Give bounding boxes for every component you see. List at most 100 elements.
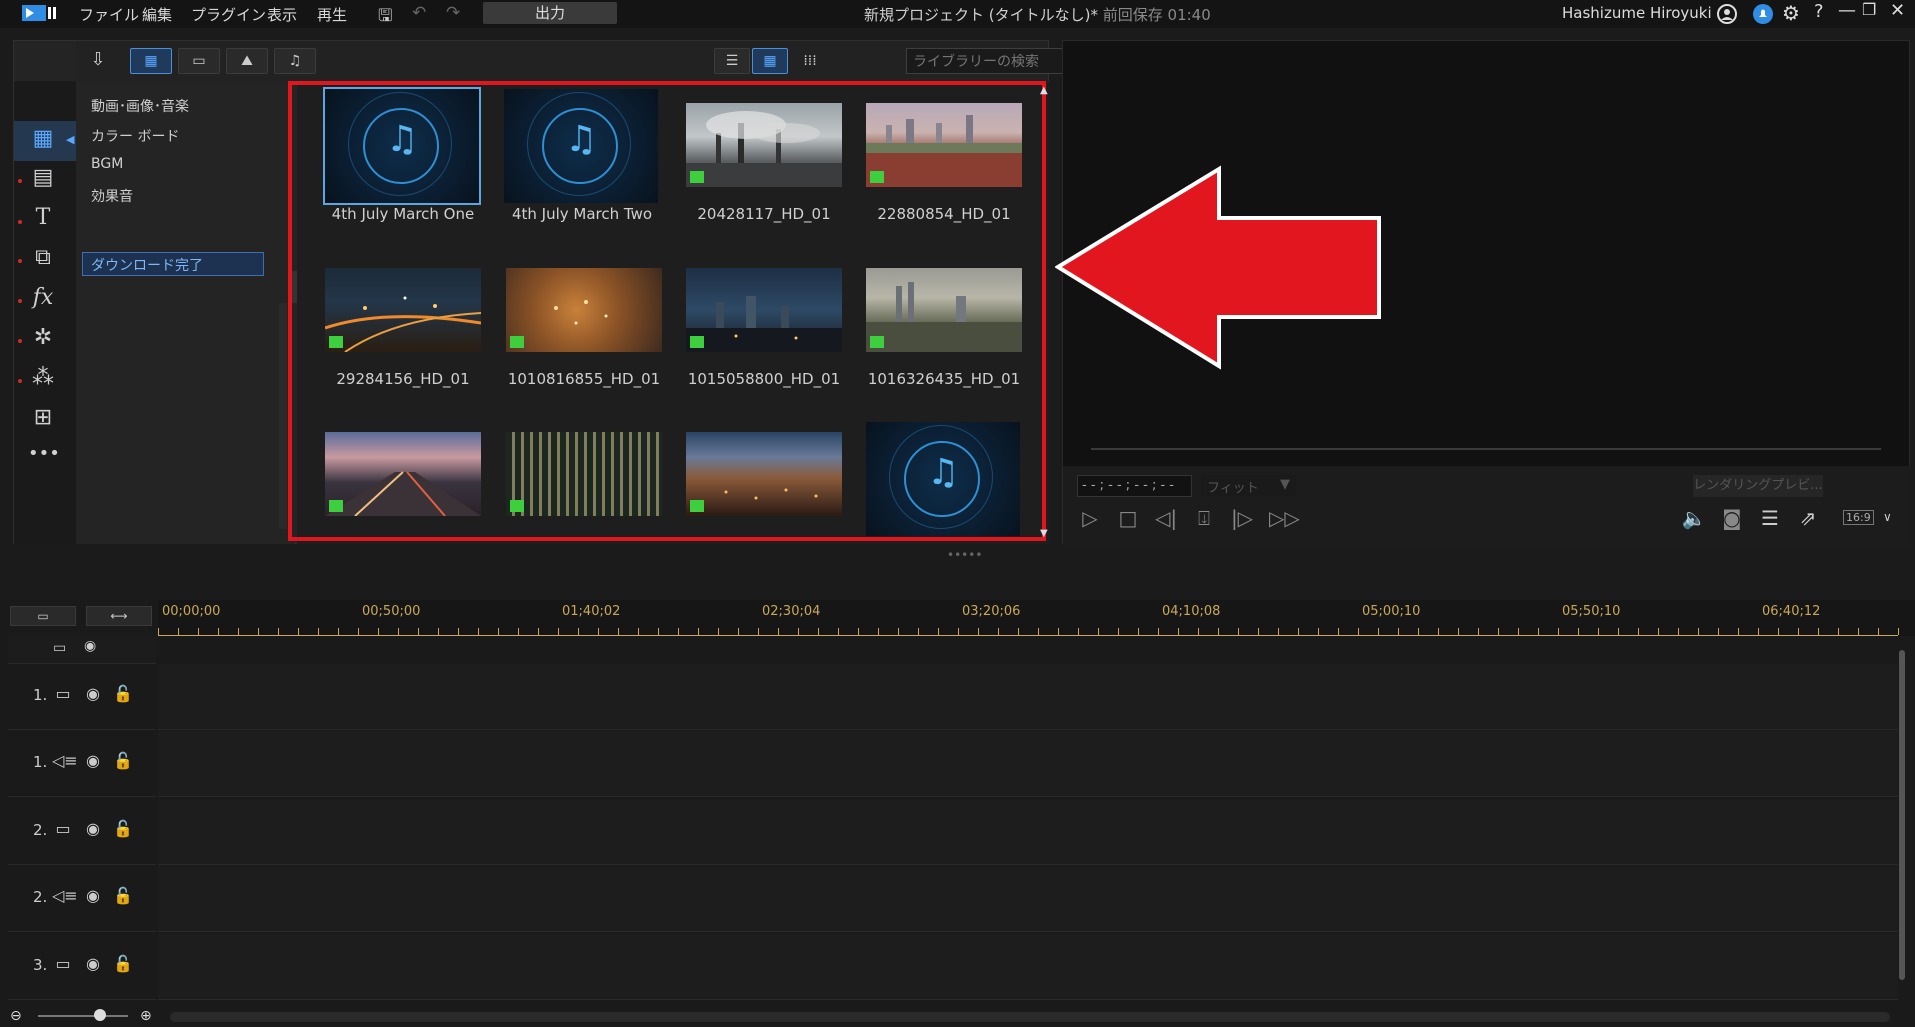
subtitle-room-icon[interactable]: ⊞ (28, 405, 58, 433)
zoom-slider[interactable] (38, 1015, 128, 1017)
ruler-tick (1858, 628, 1859, 635)
close-icon[interactable]: ✕ (1890, 0, 1905, 21)
filter-image-button[interactable]: ⛰ (226, 48, 268, 74)
ruler-tick (518, 628, 519, 635)
render-preview-button[interactable]: レンダリングプレビ... (1693, 475, 1823, 497)
ruler-tick (1478, 628, 1479, 635)
ruler-tick (778, 628, 779, 635)
transition-room-icon[interactable]: ⧉ (28, 245, 58, 273)
scroll-down-icon[interactable]: ▼ (1040, 528, 1048, 539)
track-manager-button[interactable]: ▭ (10, 606, 76, 626)
particle-room-icon[interactable]: ⁂ (28, 365, 58, 393)
thumbnail-size-icon[interactable]: ⁞⁞⁞ (796, 48, 824, 74)
user-name[interactable]: Hashizume Hiroyuki (1562, 4, 1712, 22)
template-room-icon[interactable]: ▤ (28, 165, 58, 193)
unlock-icon[interactable]: 🔓 (112, 886, 134, 908)
ruler-tick (1898, 628, 1899, 635)
minimize-icon[interactable]: — (1838, 0, 1856, 21)
track-lane[interactable] (158, 731, 1898, 797)
effects-room-icon[interactable]: fx (28, 285, 58, 313)
tree-item-downloads[interactable]: ダウンロード完了 (91, 255, 203, 275)
filter-audio-button[interactable]: ♫ (274, 48, 316, 74)
eye-icon[interactable]: ◉ (82, 684, 104, 706)
save-icon[interactable]: 🖫 (378, 3, 392, 32)
timecode-display[interactable]: - - ; - - ; - - ; - - (1077, 475, 1192, 497)
menu-plugin[interactable]: プラグイン (191, 4, 266, 25)
ruler-tick (1338, 628, 1339, 635)
timeline-vertical-scrollbar[interactable] (1895, 636, 1909, 1006)
unlock-icon[interactable]: 🔓 (112, 684, 134, 706)
eye-icon[interactable]: ◉ (82, 954, 104, 976)
undock-icon[interactable]: ⇗ (1795, 506, 1821, 532)
menu-view[interactable]: 表示 (267, 4, 297, 25)
aspect-ratio-button[interactable]: 16:9 (1843, 510, 1874, 525)
track-lane[interactable] (158, 866, 1898, 932)
panel-resize-handle[interactable]: ••••• (947, 548, 982, 562)
output-button[interactable]: 出力 (483, 2, 617, 24)
ruler-tick (1058, 628, 1059, 635)
media-room-icon[interactable]: ▦ (28, 126, 58, 154)
preview-progress-track[interactable] (1091, 448, 1881, 450)
ruler-tick (1758, 628, 1759, 635)
pip-room-icon[interactable]: ✲ (28, 325, 58, 353)
ruler-tick (158, 628, 159, 635)
filter-all-media-button[interactable]: ▦ (130, 48, 172, 74)
play-icon[interactable]: ▷ (1077, 506, 1103, 532)
import-icon[interactable]: ⇩ (84, 49, 112, 73)
tree-item-media[interactable]: 動画･画像･音楽 (91, 96, 189, 116)
redo-icon[interactable]: ↷ (446, 3, 460, 23)
account-icon[interactable] (1716, 3, 1738, 25)
snapshot-camera-icon[interactable]: ◙ (1719, 506, 1745, 532)
next-frame-icon[interactable]: |▷ (1229, 506, 1255, 532)
timeline-horizontal-scrollbar[interactable] (170, 1012, 1890, 1022)
volume-icon[interactable]: 🔈 (1681, 506, 1707, 532)
track-lane[interactable] (158, 664, 1898, 730)
unlock-icon[interactable]: 🔓 (112, 751, 134, 773)
ruler-tick (1418, 628, 1419, 635)
subtitle-icon[interactable]: ☰ (1757, 506, 1783, 532)
eye-icon[interactable]: ◉ (82, 751, 104, 773)
tree-item-color-board[interactable]: カラー ボード (91, 126, 179, 146)
zoom-in-icon[interactable]: ⊕ (140, 1008, 152, 1024)
tree-scrollbar[interactable] (279, 303, 287, 529)
timeline-ruler[interactable]: 00;00;00 00;50;00 01;40;02 02;30;04 03;2… (158, 600, 1915, 636)
chevron-down-icon[interactable]: ∨ (1883, 510, 1892, 524)
title-room-icon[interactable]: T (28, 205, 58, 233)
ruler-tick (1678, 628, 1679, 635)
filter-video-button[interactable]: ▭ (178, 48, 220, 74)
zoom-slider-knob[interactable] (94, 1009, 106, 1021)
eye-icon[interactable]: ◉ (82, 886, 104, 908)
fit-timeline-button[interactable]: ⟷ (86, 606, 152, 626)
ruler-label: 00;00;00 (162, 604, 221, 619)
unlock-icon[interactable]: 🔓 (112, 819, 134, 841)
menu-file[interactable]: ファイル (79, 4, 139, 25)
settings-gear-icon[interactable]: ⚙ (1782, 1, 1800, 25)
stop-icon[interactable]: □ (1115, 506, 1141, 532)
tree-item-sfx[interactable]: 効果音 (91, 186, 133, 206)
menu-playback[interactable]: 再生 (317, 4, 347, 25)
fit-dropdown[interactable]: フィット ▼ (1201, 475, 1296, 497)
track-lane[interactable] (158, 934, 1898, 1000)
eye-icon[interactable]: ◉ (84, 638, 96, 654)
zoom-out-icon[interactable]: ⊖ (10, 1008, 22, 1024)
undo-icon[interactable]: ↶ (412, 3, 426, 23)
scroll-up-icon[interactable]: ▲ (1040, 85, 1048, 96)
scroll-thumb[interactable] (1899, 650, 1905, 980)
more-icon[interactable]: ••• (28, 443, 60, 471)
thumbnail-view-button[interactable]: ▦ (752, 48, 788, 74)
unlock-icon[interactable]: 🔓 (112, 954, 134, 976)
help-icon[interactable]: ? (1814, 1, 1824, 22)
eye-icon[interactable]: ◉ (82, 819, 104, 841)
app-logo-icon[interactable] (22, 4, 58, 22)
notification-icon[interactable] (1752, 3, 1774, 25)
restore-icon[interactable]: ❐ (1862, 0, 1876, 19)
menu-edit[interactable]: 編集 (142, 4, 172, 25)
list-view-button[interactable]: ☰ (714, 48, 750, 74)
split-icon[interactable]: ⍗ (1191, 506, 1217, 532)
fast-forward-icon[interactable]: ▷▷ (1269, 506, 1300, 532)
list-view-icon: ☰ (725, 53, 739, 69)
previous-frame-icon[interactable]: ◁| (1153, 506, 1179, 532)
track-lane[interactable] (158, 799, 1898, 865)
ruler-tick (1578, 628, 1579, 635)
tree-item-bgm[interactable]: BGM (91, 156, 123, 172)
